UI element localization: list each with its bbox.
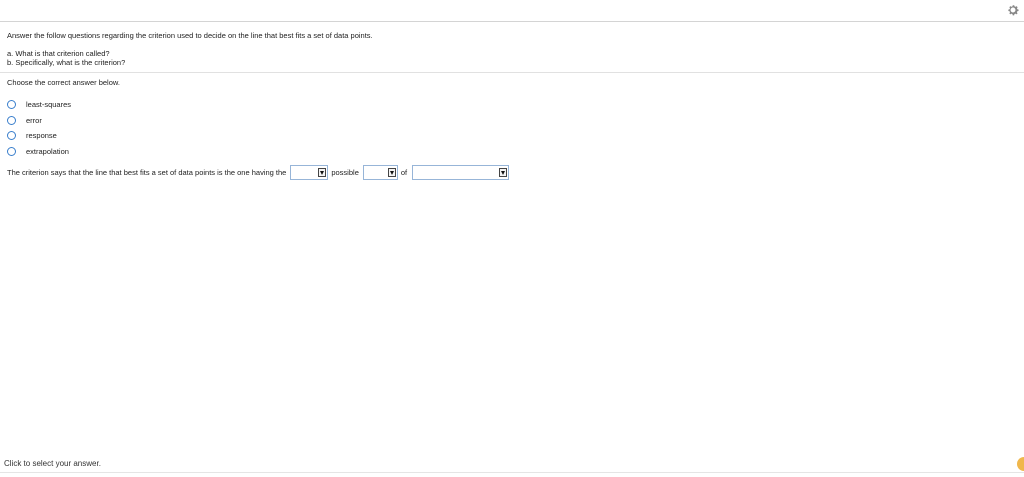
option-response[interactable]: response <box>7 128 71 144</box>
help-icon[interactable] <box>1017 457 1024 471</box>
question-parts: a. What is that criterion called? b. Spe… <box>7 49 125 67</box>
part-b-sentence: The criterion says that the line that be… <box>7 164 510 181</box>
sentence-end: of <box>400 168 408 177</box>
option-extrapolation[interactable]: extrapolation <box>7 144 71 160</box>
answer-select-3[interactable] <box>412 165 510 180</box>
option-least-squares[interactable]: least-squares <box>7 97 71 113</box>
part-b-text: b. Specifically, what is the criterion? <box>7 58 126 67</box>
dropdown-arrow-icon <box>318 168 327 177</box>
question-text: Answer the follow questions regarding th… <box>7 31 373 40</box>
answer-options: least-squares error response extrapolati… <box>7 97 71 159</box>
top-bar <box>0 0 1024 22</box>
radio-button[interactable] <box>7 146 16 156</box>
divider <box>0 72 1024 73</box>
radio-button[interactable] <box>7 131 16 141</box>
status-text: Click to select your answer. <box>4 459 101 468</box>
dropdown-arrow-icon <box>499 168 508 177</box>
part-a-text: a. What is that criterion called? <box>7 49 110 58</box>
radio-button[interactable] <box>7 115 16 125</box>
sentence-start: The criterion says that the line that be… <box>7 168 287 177</box>
answer-select-2[interactable] <box>362 165 398 180</box>
answer-select-1[interactable] <box>290 165 329 180</box>
option-label: least-squares <box>26 100 72 110</box>
option-label: error <box>26 115 42 125</box>
option-error[interactable]: error <box>7 113 71 129</box>
radio-button[interactable] <box>7 100 16 110</box>
option-label: response <box>26 131 57 141</box>
part-a-prompt: Choose the correct answer below. <box>7 78 120 87</box>
sentence-middle: possible <box>331 168 359 177</box>
footer-divider <box>0 472 1024 473</box>
dropdown-arrow-icon <box>387 168 396 177</box>
option-label: extrapolation <box>26 146 69 156</box>
gear-icon[interactable] <box>1006 3 1020 17</box>
